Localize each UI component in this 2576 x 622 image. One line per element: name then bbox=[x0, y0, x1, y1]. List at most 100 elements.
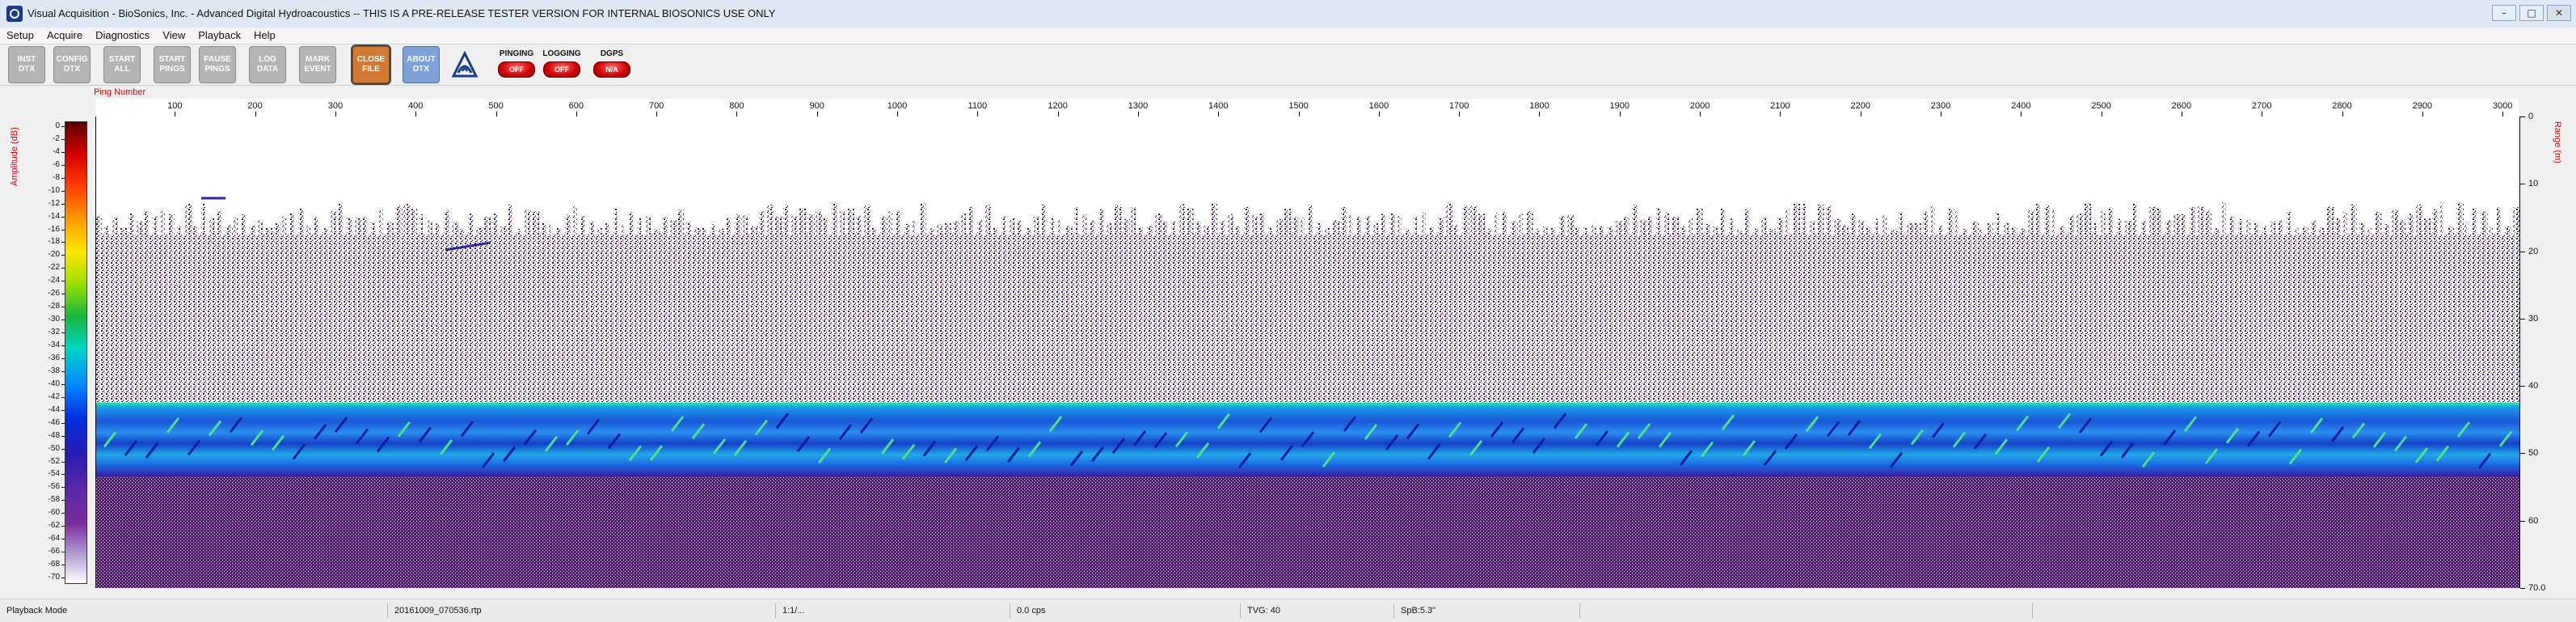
status-ratio: 1:1/... bbox=[776, 603, 1010, 618]
noise-spike bbox=[597, 227, 602, 235]
menu-playback[interactable]: Playback bbox=[192, 28, 247, 44]
noise-spike bbox=[145, 211, 149, 235]
noise-spike bbox=[1826, 205, 1832, 235]
noise-spike bbox=[1171, 220, 1175, 235]
colorbar-tick-label: -2 bbox=[53, 133, 60, 143]
x-tick-label: 300 bbox=[327, 101, 344, 111]
noise-spike bbox=[1971, 221, 1979, 235]
noise-spike bbox=[371, 222, 376, 235]
noise-spike bbox=[1689, 218, 1693, 235]
noise-spike bbox=[1187, 207, 1194, 235]
noise-spike bbox=[1446, 203, 1453, 235]
noise-spike bbox=[622, 225, 626, 235]
x-axis-title: Ping Number bbox=[94, 87, 146, 97]
noise-spike bbox=[1721, 209, 1725, 235]
y-tick-label: 0 bbox=[2528, 112, 2534, 121]
noise-spike bbox=[1026, 227, 1032, 235]
x-tick-label: 900 bbox=[809, 101, 824, 111]
logging-label: LOGGING bbox=[542, 49, 581, 58]
noise-spike bbox=[1115, 205, 1122, 235]
noise-spike bbox=[1195, 222, 1201, 235]
noise-spike bbox=[339, 203, 344, 235]
noise-spike bbox=[2392, 209, 2399, 235]
noise-spike bbox=[1511, 221, 1518, 235]
menu-help[interactable]: Help bbox=[247, 28, 282, 44]
noise-spike bbox=[444, 210, 450, 235]
log-data-button[interactable]: LOG DATA bbox=[249, 46, 286, 83]
noise-spike bbox=[1834, 218, 1840, 235]
colorbar-tick bbox=[61, 409, 65, 411]
noise-spike bbox=[1090, 220, 1095, 235]
close-file-button[interactable]: CLOSE FILE bbox=[351, 44, 391, 85]
noise-spike bbox=[1389, 213, 1396, 235]
noise-spike bbox=[549, 225, 553, 235]
echogram-canvas bbox=[96, 197, 2519, 588]
colorbar-tick-label: -50 bbox=[48, 443, 60, 453]
noise-spike bbox=[193, 226, 199, 235]
noise-spike bbox=[1535, 229, 1540, 235]
noise-spike bbox=[1592, 225, 1596, 235]
noise-spike bbox=[1769, 229, 1776, 235]
noise-spike bbox=[153, 215, 158, 235]
menu-acquire[interactable]: Acquire bbox=[40, 28, 89, 44]
start-all-button[interactable]: START ALL bbox=[103, 46, 141, 83]
pause-pings-button[interactable]: PAUSE PINGS bbox=[199, 46, 236, 83]
x-tick-label: 2200 bbox=[1850, 101, 1870, 111]
noise-spike bbox=[678, 209, 685, 235]
x-tick-label: 700 bbox=[648, 101, 664, 111]
colorbar-tick bbox=[61, 422, 65, 424]
colorbar-tick bbox=[61, 138, 65, 140]
about-dtx-button[interactable]: ABOUT DTX bbox=[403, 46, 440, 83]
colorbar-tick bbox=[61, 448, 65, 450]
x-tick-label: 500 bbox=[488, 101, 504, 111]
colorbar-tick bbox=[61, 358, 65, 359]
noise-spike bbox=[1284, 209, 1292, 235]
noise-spike bbox=[2440, 202, 2444, 235]
window-controls: – □ ✕ bbox=[2492, 5, 2571, 21]
colorbar-tick-label: -48 bbox=[48, 430, 60, 440]
noise-spike bbox=[2085, 202, 2092, 235]
menu-setup[interactable]: Setup bbox=[0, 28, 40, 44]
colorbar-tick bbox=[61, 487, 65, 489]
noise-spike bbox=[1470, 205, 1477, 235]
noise-spike bbox=[1543, 226, 1548, 235]
maximize-button[interactable]: □ bbox=[2519, 5, 2544, 21]
noise-spike bbox=[2424, 218, 2431, 235]
lower-noise-region bbox=[96, 476, 2519, 588]
mark-event-button[interactable]: MARK EVENT bbox=[299, 46, 336, 83]
config-dtx-button[interactable]: CONFIG DTX bbox=[53, 46, 91, 83]
noise-spike bbox=[1559, 215, 1565, 235]
colorbar-tick-label: -66 bbox=[48, 547, 60, 556]
y-tick bbox=[2520, 588, 2525, 589]
start-pings-button[interactable]: START PINGS bbox=[154, 46, 191, 83]
noise-spike bbox=[2505, 226, 2512, 235]
status-sp: SpB:5.3" bbox=[1394, 603, 1580, 618]
menu-view[interactable]: View bbox=[156, 28, 192, 44]
noise-spike bbox=[137, 222, 143, 235]
x-tick-label: 2400 bbox=[2011, 101, 2031, 111]
noise-spike bbox=[1850, 214, 1856, 235]
noise-spike bbox=[2133, 203, 2137, 235]
colorbar-tick-label: -20 bbox=[48, 250, 60, 260]
noise-spike bbox=[1996, 212, 2000, 235]
minimize-button[interactable]: – bbox=[2492, 5, 2516, 21]
noise-spike bbox=[1422, 212, 1426, 235]
echogram-plot[interactable] bbox=[95, 116, 2520, 588]
noise-spike bbox=[2359, 222, 2365, 235]
menu-diagnostics[interactable]: Diagnostics bbox=[89, 28, 156, 44]
noise-spike bbox=[1939, 226, 1943, 235]
noise-spike bbox=[226, 224, 233, 235]
noise-spike bbox=[1697, 208, 1703, 235]
noise-spike bbox=[945, 222, 951, 235]
status-rate: 0.0 cps bbox=[1010, 603, 1241, 618]
colorbar-tick-label: -28 bbox=[48, 302, 60, 311]
inst-dtx-button[interactable]: INST DTX bbox=[8, 46, 45, 83]
close-window-button[interactable]: ✕ bbox=[2547, 5, 2571, 21]
noise-spike bbox=[1018, 220, 1022, 235]
noise-spike bbox=[2513, 207, 2519, 235]
noise-spike bbox=[856, 215, 862, 235]
noise-spike bbox=[1244, 206, 1250, 235]
y-tick bbox=[2520, 453, 2525, 455]
x-tick-label: 400 bbox=[408, 101, 424, 111]
colorbar-tick-label: -26 bbox=[48, 289, 60, 298]
